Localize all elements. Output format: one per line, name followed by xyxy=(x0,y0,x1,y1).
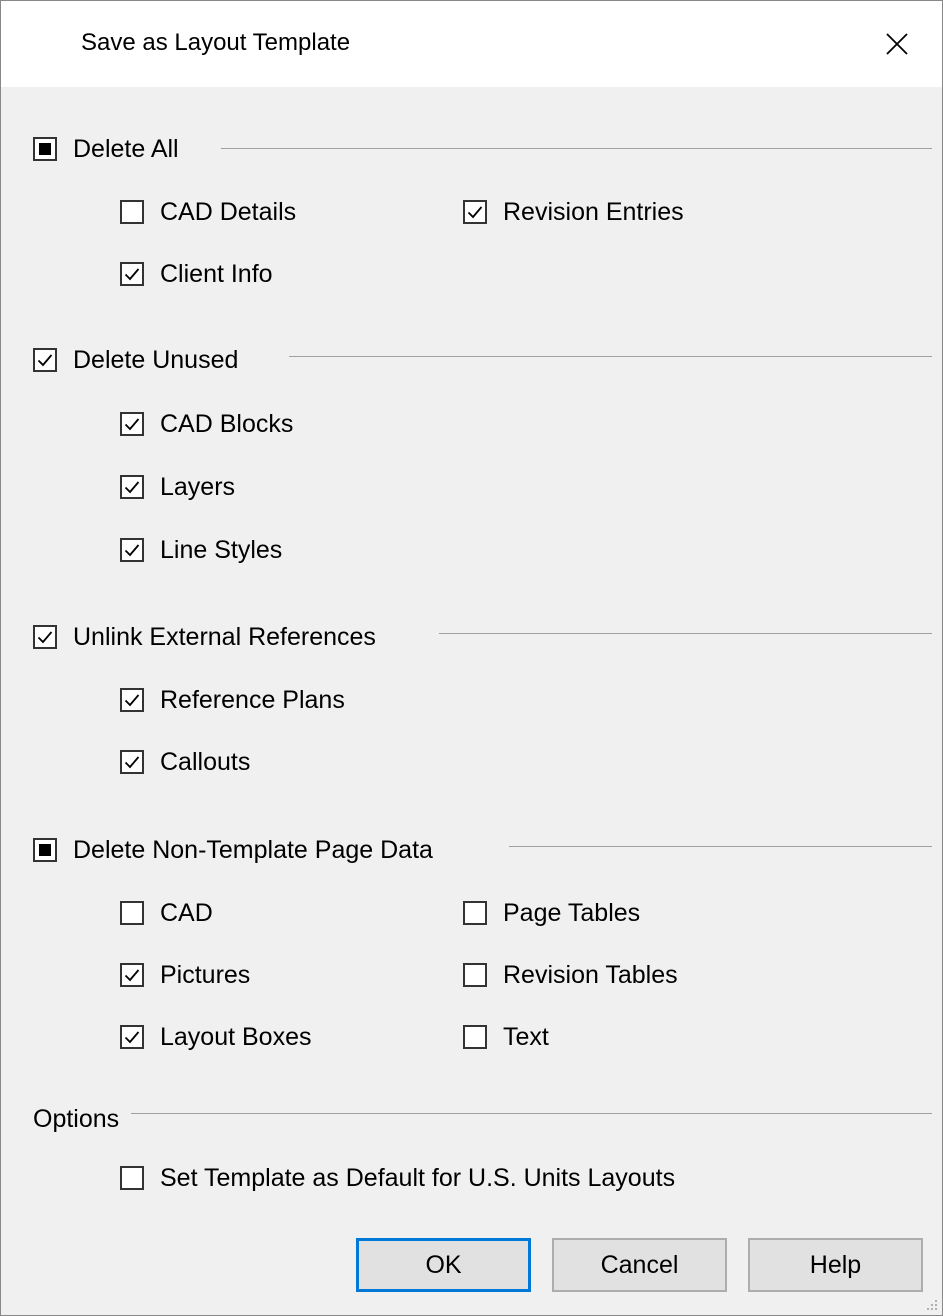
tri-state-indicator-icon xyxy=(33,838,57,862)
checkbox-icon xyxy=(120,901,144,925)
layout-boxes-checkbox[interactable]: Layout Boxes xyxy=(120,1020,312,1054)
text-checkbox[interactable]: Text xyxy=(463,1020,549,1054)
pictures-checkbox[interactable]: Pictures xyxy=(120,958,250,992)
checkmark-icon xyxy=(124,969,140,982)
layers-checkbox[interactable]: Layers xyxy=(120,470,235,504)
delete-all-checkbox[interactable]: Delete All xyxy=(33,132,179,166)
title-bar: Save as Layout Template xyxy=(1,1,942,87)
checkbox-icon xyxy=(120,1166,144,1190)
group-divider xyxy=(509,846,932,847)
checkbox-icon xyxy=(120,963,144,987)
tri-state-indicator-icon xyxy=(33,137,57,161)
text-label: Text xyxy=(503,1022,549,1051)
cad-label: CAD xyxy=(160,898,213,927)
delete-unused-checkbox[interactable]: Delete Unused xyxy=(33,343,238,377)
window-title: Save as Layout Template xyxy=(81,29,351,56)
resize-grip-icon[interactable] xyxy=(924,1297,938,1311)
close-button[interactable] xyxy=(852,1,942,87)
checkmark-icon xyxy=(124,418,140,431)
checkbox-icon xyxy=(120,412,144,436)
pictures-label: Pictures xyxy=(160,960,251,989)
checkbox-icon xyxy=(463,1025,487,1049)
group-divider xyxy=(221,148,932,149)
checkmark-icon xyxy=(124,268,140,281)
tri-state-indicator-icon xyxy=(33,625,57,649)
unlink-external-references-label: Unlink External References xyxy=(73,622,376,651)
checkmark-icon xyxy=(37,354,53,367)
save-as-layout-template-dialog: Save as Layout Template Delete All CAD D… xyxy=(0,0,943,1316)
checkmark-icon xyxy=(124,756,140,769)
checkbox-icon xyxy=(120,750,144,774)
layout-boxes-label: Layout Boxes xyxy=(160,1022,312,1051)
ok-button[interactable]: OK xyxy=(356,1238,531,1292)
delete-all-label: Delete All xyxy=(73,134,179,163)
set-default-template-checkbox[interactable]: Set Template as Default for U.S. Units L… xyxy=(120,1161,675,1195)
page-tables-checkbox[interactable]: Page Tables xyxy=(463,896,640,930)
reference-plans-label: Reference Plans xyxy=(160,685,345,714)
checkmark-icon xyxy=(124,481,140,494)
line-styles-label: Line Styles xyxy=(160,535,283,564)
cancel-button-label: Cancel xyxy=(600,1250,679,1279)
line-styles-checkbox[interactable]: Line Styles xyxy=(120,533,282,567)
cad-blocks-label: CAD Blocks xyxy=(160,409,294,438)
revision-entries-checkbox[interactable]: Revision Entries xyxy=(463,195,684,229)
checkbox-icon xyxy=(120,688,144,712)
checkbox-icon xyxy=(120,475,144,499)
checkbox-icon xyxy=(463,901,487,925)
group-divider xyxy=(131,1113,932,1114)
revision-tables-checkbox[interactable]: Revision Tables xyxy=(463,958,678,992)
delete-non-template-page-data-checkbox[interactable]: Delete Non-Template Page Data xyxy=(33,833,433,867)
checkbox-icon xyxy=(120,200,144,224)
delete-unused-label: Delete Unused xyxy=(73,345,239,374)
client-info-label: Client Info xyxy=(160,259,273,288)
callouts-checkbox[interactable]: Callouts xyxy=(120,745,250,779)
delete-non-template-page-data-label: Delete Non-Template Page Data xyxy=(73,835,433,864)
cancel-button[interactable]: Cancel xyxy=(552,1238,727,1292)
cad-details-checkbox[interactable]: CAD Details xyxy=(120,195,296,229)
reference-plans-checkbox[interactable]: Reference Plans xyxy=(120,683,345,717)
checkbox-icon xyxy=(463,200,487,224)
ok-button-label: OK xyxy=(425,1250,462,1279)
layers-label: Layers xyxy=(160,472,236,501)
cad-checkbox[interactable]: CAD xyxy=(120,896,213,930)
cad-blocks-checkbox[interactable]: CAD Blocks xyxy=(120,407,293,441)
checkmark-icon xyxy=(124,1031,140,1044)
callouts-label: Callouts xyxy=(160,747,251,776)
indeterminate-icon xyxy=(39,143,51,155)
help-button-label: Help xyxy=(809,1250,862,1279)
checkmark-icon xyxy=(124,544,140,557)
revision-tables-label: Revision Tables xyxy=(503,960,678,989)
checkbox-icon xyxy=(120,538,144,562)
close-icon xyxy=(886,33,908,55)
checkbox-icon xyxy=(120,1025,144,1049)
checkmark-icon xyxy=(467,206,483,219)
client-info-checkbox[interactable]: Client Info xyxy=(120,257,273,291)
help-button[interactable]: Help xyxy=(748,1238,923,1292)
checkbox-icon xyxy=(120,262,144,286)
checkmark-icon xyxy=(124,694,140,707)
unlink-external-references-checkbox[interactable]: Unlink External References xyxy=(33,620,376,654)
indeterminate-icon xyxy=(39,844,51,856)
cad-details-label: CAD Details xyxy=(160,197,297,226)
checkmark-icon xyxy=(37,631,53,644)
page-tables-label: Page Tables xyxy=(503,898,641,927)
group-divider xyxy=(289,356,932,357)
set-default-template-label: Set Template as Default for U.S. Units L… xyxy=(160,1163,676,1192)
options-group-label: Options xyxy=(33,1105,120,1133)
revision-entries-label: Revision Entries xyxy=(503,197,684,226)
checkbox-icon xyxy=(463,963,487,987)
tri-state-indicator-icon xyxy=(33,348,57,372)
group-divider xyxy=(439,633,932,634)
